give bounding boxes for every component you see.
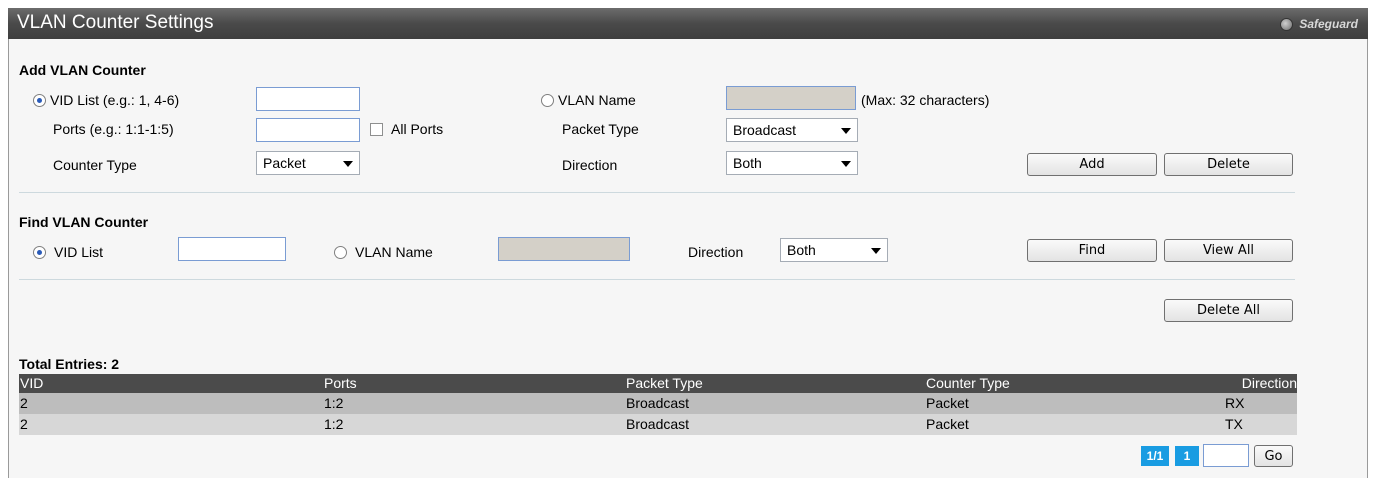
find-direction-value: Both [787,242,816,258]
cell-packet-type: Broadcast [625,414,925,435]
add-direction-select[interactable]: Both [726,151,858,175]
find-vlan-name-radio[interactable] [334,245,347,259]
table-row: 2 1:2 Broadcast Packet TX [19,414,1297,435]
cell-vid: 2 [19,414,323,435]
vlan-counter-table: VID Ports Packet Type Counter Type Direc… [19,374,1297,435]
packet-type-label: Packet Type [562,121,639,137]
counter-type-label: Counter Type [53,157,137,173]
packet-type-value: Broadcast [733,122,797,138]
add-vlan-name-label: VLAN Name [558,92,636,108]
add-direction-label: Direction [562,157,618,173]
section-divider [19,279,1295,280]
ports-input[interactable] [256,118,360,142]
safeguard-status-icon [1280,17,1294,31]
find-vid-list-radio[interactable] [33,245,46,259]
find-vid-list-input[interactable] [178,237,286,261]
safeguard-label: Safeguard [1299,17,1358,31]
column-header-vid: VID [19,374,323,393]
find-vlan-name-input[interactable] [498,237,630,261]
column-header-counter-type: Counter Type [925,374,1225,393]
add-button[interactable]: Add [1027,153,1157,176]
counter-type-value: Packet [263,155,306,171]
add-vid-list-option[interactable]: VID List (e.g.: 1, 4-6) [33,92,179,108]
max-characters-hint: (Max: 32 characters) [861,92,990,108]
total-entries: Total Entries: 2 [19,356,120,372]
chevron-down-icon [841,128,851,134]
add-vid-list-input[interactable] [256,87,360,111]
add-vlan-name-radio[interactable] [541,93,554,107]
counter-type-select[interactable]: Packet [256,151,360,175]
ports-label: Ports (e.g.: 1:1-1:5) [53,121,174,137]
all-ports-checkbox[interactable] [370,122,383,136]
find-vlan-name-option[interactable]: VLAN Name [334,244,433,260]
chevron-down-icon [343,161,353,167]
packet-type-select[interactable]: Broadcast [726,118,858,142]
find-vid-list-option[interactable]: VID List [33,244,103,260]
column-header-ports: Ports [323,374,625,393]
section-divider [19,192,1295,193]
cell-packet-type: Broadcast [625,393,925,414]
page-link-1[interactable]: 1 [1175,446,1199,466]
cell-vid: 2 [19,393,323,414]
find-section-title: Find VLAN Counter [19,214,149,230]
safeguard-indicator: Safeguard [1280,15,1358,33]
title-bar: VLAN Counter Settings Safeguard [8,8,1368,39]
add-vlan-name-option[interactable]: VLAN Name [541,92,636,108]
find-button[interactable]: Find [1027,239,1157,262]
goto-page-input[interactable] [1203,444,1249,467]
cell-ports: 1:2 [323,393,625,414]
view-all-button[interactable]: View All [1164,239,1293,262]
table-row: 2 1:2 Broadcast Packet RX [19,393,1297,414]
cell-direction: RX [1225,393,1297,414]
add-vid-list-label: VID List (e.g.: 1, 4-6) [50,92,180,108]
delete-all-button[interactable]: Delete All [1164,299,1293,322]
cell-ports: 1:2 [323,414,625,435]
add-vlan-name-input[interactable] [726,86,856,110]
all-ports-option[interactable]: All Ports [370,121,443,137]
find-direction-label: Direction [688,244,744,260]
chevron-down-icon [841,161,851,167]
page-summary: 1/1 [1141,446,1169,466]
add-vid-list-radio[interactable] [33,93,46,107]
chevron-down-icon [871,248,881,254]
column-header-direction: Direction [1225,374,1297,393]
find-direction-select[interactable]: Both [780,238,888,262]
find-vlan-name-label: VLAN Name [355,244,433,260]
cell-counter-type: Packet [925,414,1225,435]
go-button[interactable]: Go [1254,445,1293,467]
find-vid-list-label: VID List [54,244,104,260]
add-section-title: Add VLAN Counter [19,62,146,78]
delete-button[interactable]: Delete [1164,153,1293,176]
cell-counter-type: Packet [925,393,1225,414]
column-header-packet-type: Packet Type [625,374,925,393]
all-ports-label: All Ports [391,121,444,137]
cell-direction: TX [1225,414,1297,435]
add-direction-value: Both [733,155,762,171]
table-header-row: VID Ports Packet Type Counter Type Direc… [19,374,1297,393]
page-title: VLAN Counter Settings [17,12,214,33]
